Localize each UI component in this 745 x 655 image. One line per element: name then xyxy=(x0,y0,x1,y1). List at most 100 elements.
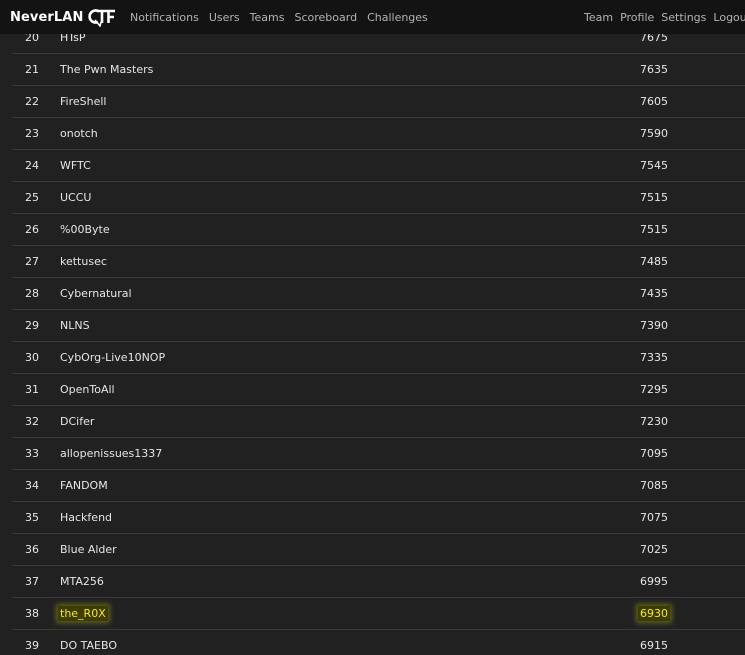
table-row: 26 %00Byte 7515 xyxy=(0,214,745,246)
place-cell: 29 xyxy=(25,319,39,332)
score-text: 6915 xyxy=(640,639,668,652)
team-name-text: DCifer xyxy=(60,415,95,428)
team-name-link[interactable]: CybOrg-Live10NOP xyxy=(60,342,165,374)
team-name-link[interactable]: The Pwn Masters xyxy=(60,54,153,86)
team-name-text: the_R0X xyxy=(58,606,108,621)
team-name-text: %00Byte xyxy=(60,223,110,236)
team-name-link[interactable]: kettusec xyxy=(60,246,107,278)
score-cell: 7515 xyxy=(640,182,668,214)
score-text: 7485 xyxy=(640,255,668,268)
table-row: 36 Blue Alder 7025 xyxy=(0,534,745,566)
team-name-link[interactable]: MTA256 xyxy=(60,566,104,598)
team-name-link[interactable]: Cybernatural xyxy=(60,278,132,310)
team-name-link[interactable]: NLNS xyxy=(60,310,90,342)
score-text: 7515 xyxy=(640,191,668,204)
nav-settings[interactable]: Settings xyxy=(661,11,706,24)
score-text: 7390 xyxy=(640,319,668,332)
team-name-text: onotch xyxy=(60,127,98,140)
score-cell: 7295 xyxy=(640,374,668,406)
score-cell: 7605 xyxy=(640,86,668,118)
place-cell: 22 xyxy=(25,95,39,108)
place-cell: 26 xyxy=(25,223,39,236)
team-name-text: Cybernatural xyxy=(60,287,132,300)
place-cell: 21 xyxy=(25,63,39,76)
brand-logo-link[interactable]: NeverLAN xyxy=(10,0,116,34)
score-cell: 7335 xyxy=(640,342,668,374)
place-cell: 32 xyxy=(25,415,39,428)
scoreboard-page: NeverLAN Notifications Users Teams Score… xyxy=(0,0,745,655)
score-text: 7515 xyxy=(640,223,668,236)
nav-scoreboard[interactable]: Scoreboard xyxy=(294,11,357,24)
team-name-link[interactable]: OpenToAll xyxy=(60,374,115,406)
score-text: 7230 xyxy=(640,415,668,428)
scoreboard-table: 20 HTsP 7675 21 The Pwn Masters 7635 22 FireShe… xyxy=(0,22,745,655)
table-row: 29 NLNS 7390 xyxy=(0,310,745,342)
nav-logout[interactable]: Logout xyxy=(713,11,745,24)
team-name-text: kettusec xyxy=(60,255,107,268)
table-row: 39 DO TAEBO 6915 xyxy=(0,630,745,655)
score-cell: 7435 xyxy=(640,278,668,310)
team-name-text: Blue Alder xyxy=(60,543,117,556)
team-name-link[interactable]: DO TAEBO xyxy=(60,630,117,655)
score-cell: 6930 xyxy=(638,598,670,630)
table-row: 25 UCCU 7515 xyxy=(0,182,745,214)
table-row: 31 OpenToAll 7295 xyxy=(0,374,745,406)
score-text: 7075 xyxy=(640,511,668,524)
team-name-text: allopenissues1337 xyxy=(60,447,163,460)
place-cell: 31 xyxy=(25,383,39,396)
table-row: 34 FANDOM 7085 xyxy=(0,470,745,502)
table-row: 27 kettusec 7485 xyxy=(0,246,745,278)
team-name-text: The Pwn Masters xyxy=(60,63,154,76)
table-row: 22 FireShell 7605 xyxy=(0,86,745,118)
team-name-link[interactable]: Hackfend xyxy=(60,502,112,534)
top-navbar: NeverLAN Notifications Users Teams Score… xyxy=(0,0,745,34)
team-name-text: FireShell xyxy=(60,95,107,108)
team-name-link[interactable]: UCCU xyxy=(60,182,91,214)
team-name-link[interactable]: FireShell xyxy=(60,86,106,118)
nav-teams[interactable]: Teams xyxy=(250,11,285,24)
team-name-link[interactable]: WFTC xyxy=(60,150,91,182)
score-text: 7085 xyxy=(640,479,668,492)
team-name-link[interactable]: the_R0X xyxy=(58,598,108,630)
nav-team[interactable]: Team xyxy=(584,11,613,24)
team-name-link[interactable]: onotch xyxy=(60,118,98,150)
brand-name: NeverLAN xyxy=(10,9,84,25)
table-row: 30 CybOrg-Live10NOP 7335 xyxy=(0,342,745,374)
score-text: 7635 xyxy=(640,63,668,76)
score-cell: 7230 xyxy=(640,406,668,438)
table-row: 32 DCifer 7230 xyxy=(0,406,745,438)
team-name-text: DO TAEBO xyxy=(60,639,117,652)
team-name-link[interactable]: DCifer xyxy=(60,406,94,438)
nav-challenges[interactable]: Challenges xyxy=(367,11,428,24)
nav-users[interactable]: Users xyxy=(209,11,240,24)
team-name-link[interactable]: %00Byte xyxy=(60,214,110,246)
place-cell: 25 xyxy=(25,191,39,204)
team-name-link[interactable]: FANDOM xyxy=(60,470,108,502)
score-cell: 7515 xyxy=(640,214,668,246)
place-cell: 37 xyxy=(25,575,39,588)
score-text: 7605 xyxy=(640,95,668,108)
score-cell: 7485 xyxy=(640,246,668,278)
score-text: 7025 xyxy=(640,543,668,556)
score-cell: 7095 xyxy=(640,438,668,470)
table-row: 33 allopenissues1337 7095 xyxy=(0,438,745,470)
score-cell: 7545 xyxy=(640,150,668,182)
place-cell: 30 xyxy=(25,351,39,364)
team-name-text: OpenToAll xyxy=(60,383,115,396)
nav-profile[interactable]: Profile xyxy=(620,11,654,24)
place-cell: 38 xyxy=(25,607,39,620)
score-text: 6995 xyxy=(640,575,668,588)
score-text: 7545 xyxy=(640,159,668,172)
nav-notifications[interactable]: Notifications xyxy=(130,11,199,24)
team-name-text: CybOrg-Live10NOP xyxy=(60,351,166,364)
score-cell: 7025 xyxy=(640,534,668,566)
primary-nav: Notifications Users Teams Scoreboard Cha… xyxy=(130,0,438,34)
team-name-link[interactable]: allopenissues1337 xyxy=(60,438,162,470)
team-name-link[interactable]: Blue Alder xyxy=(60,534,117,566)
table-row: 28 Cybernatural 7435 xyxy=(0,278,745,310)
score-cell: 7075 xyxy=(640,502,668,534)
place-cell: 24 xyxy=(25,159,39,172)
place-cell: 28 xyxy=(25,287,39,300)
team-name-text: UCCU xyxy=(60,191,92,204)
account-nav: Team Profile Settings Logout xyxy=(584,0,745,34)
